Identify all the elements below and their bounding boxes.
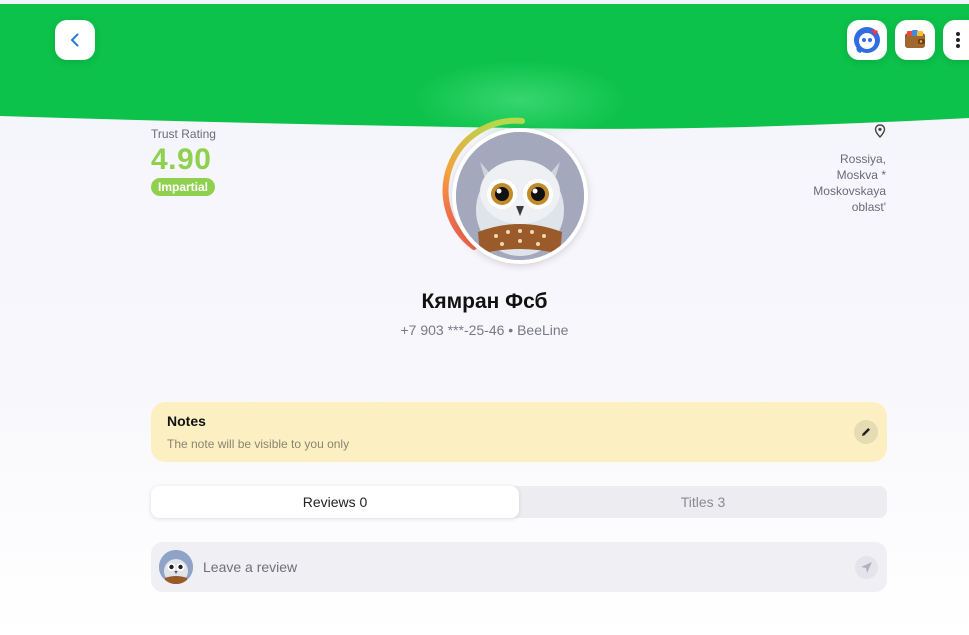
profile-page: Trust Rating 4.90 Impartial Rossiya, Mos…: [0, 0, 969, 635]
profile-name: Кямран Фсб: [421, 290, 548, 313]
tab-reviews[interactable]: Reviews 0: [151, 486, 519, 518]
avatar: [452, 128, 588, 264]
location-line: Moskovskaya: [813, 184, 886, 198]
trust-rating-label: Trust Rating: [151, 127, 216, 141]
review-composer: [151, 542, 887, 592]
location-text: Rossiya, Moskva * Moskovskaya oblast': [776, 151, 886, 215]
review-input[interactable]: [203, 556, 803, 578]
chevron-left-icon: [71, 33, 79, 47]
profile-phone: +7 903 ***-25-46 • BeeLine: [400, 322, 569, 338]
notes-subtitle: The note will be visible to you only: [167, 437, 350, 451]
pencil-icon: [862, 428, 870, 436]
back-button[interactable]: [55, 20, 95, 60]
more-button[interactable]: [943, 20, 969, 60]
more-vertical-icon: [956, 32, 960, 48]
map-pin-icon: [874, 124, 886, 143]
send-button[interactable]: [855, 556, 878, 579]
bot-button[interactable]: [847, 20, 887, 60]
notes-card[interactable]: Notes The note will be visible to you on…: [151, 402, 887, 462]
owl-avatar-image: [456, 132, 584, 260]
location: Rossiya, Moskva * Moskovskaya oblast': [776, 124, 886, 215]
wallet-button[interactable]: [895, 20, 935, 60]
trust-badge: Impartial: [151, 178, 216, 196]
location-line: Moskva *: [836, 168, 886, 182]
notes-title: Notes: [167, 413, 206, 429]
location-line: Rossiya,: [839, 152, 886, 166]
tab-bar: Reviews 0 Titles 3: [151, 486, 887, 518]
send-icon: [861, 562, 872, 573]
user-avatar: [159, 550, 193, 584]
wallet-icon: [905, 30, 925, 48]
location-line: oblast': [851, 200, 886, 214]
profile-avatar: [440, 116, 590, 266]
trust-rating: Trust Rating 4.90 Impartial: [151, 127, 216, 196]
bot-icon: [854, 27, 880, 53]
owl-avatar-image: [159, 550, 193, 584]
tab-titles[interactable]: Titles 3: [519, 486, 887, 518]
trust-rating-value: 4.90: [151, 143, 212, 176]
notes-edit-button[interactable]: [854, 420, 878, 444]
